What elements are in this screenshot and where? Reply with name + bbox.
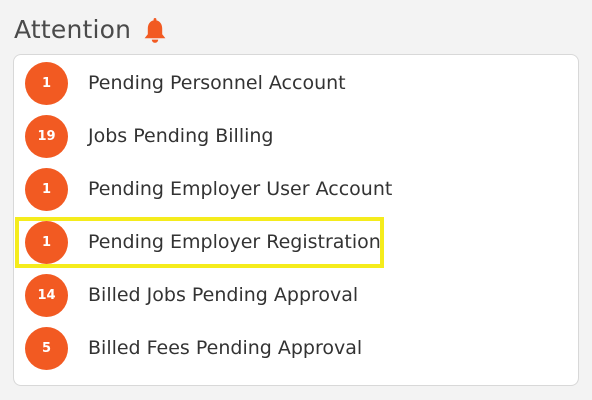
item-label[interactable]: Billed Jobs Pending Approval xyxy=(88,269,358,322)
attention-panel: Attention 1 Pending Personnel Account 19… xyxy=(0,0,592,400)
item-label[interactable]: Billed Fees Pending Approval xyxy=(88,322,362,375)
list-item-jobs-pending-billing[interactable]: 19 Jobs Pending Billing xyxy=(14,110,578,163)
panel-title: Attention xyxy=(14,14,132,44)
list-item-pending-personnel-account[interactable]: 1 Pending Personnel Account xyxy=(14,57,578,110)
count-badge: 1 xyxy=(25,221,68,264)
count-badge: 1 xyxy=(25,168,68,211)
item-label[interactable]: Pending Employer Registration xyxy=(88,216,381,269)
list-item-billed-fees-pending-approval[interactable]: 5 Billed Fees Pending Approval xyxy=(14,322,578,375)
item-label[interactable]: Pending Employer User Account xyxy=(88,163,392,216)
count-badge: 19 xyxy=(25,115,68,158)
count-badge: 14 xyxy=(25,274,68,317)
list-item-pending-employer-registration[interactable]: 1 Pending Employer Registration xyxy=(14,216,578,269)
list-item-billed-jobs-pending-approval[interactable]: 14 Billed Jobs Pending Approval xyxy=(14,269,578,322)
item-label[interactable]: Jobs Pending Billing xyxy=(88,110,273,163)
list-item-pending-employer-user-account[interactable]: 1 Pending Employer User Account xyxy=(14,163,578,216)
attention-header: Attention xyxy=(14,10,167,48)
bell-icon xyxy=(143,16,167,44)
attention-list: 1 Pending Personnel Account 19 Jobs Pend… xyxy=(14,57,578,375)
item-label[interactable]: Pending Personnel Account xyxy=(88,57,346,110)
count-badge: 5 xyxy=(25,327,68,370)
attention-card: 1 Pending Personnel Account 19 Jobs Pend… xyxy=(13,54,579,386)
count-badge: 1 xyxy=(25,62,68,105)
